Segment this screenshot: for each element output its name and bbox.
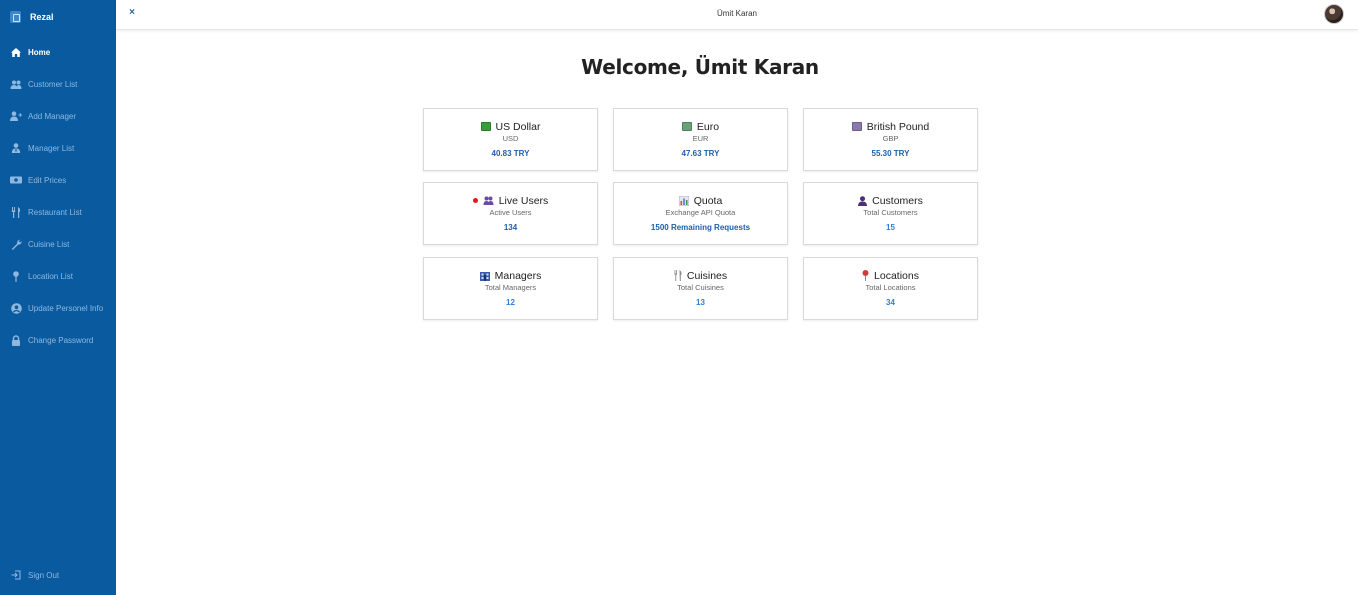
- sidebar-item-edit-prices[interactable]: Edit Prices: [0, 171, 116, 189]
- sidebar-item-label: Home: [28, 47, 51, 57]
- card-title: British Pound: [866, 120, 930, 133]
- sidebar-item-label: Update Personel Info: [28, 303, 104, 313]
- top-bar-user-name: Ümit Karan: [716, 9, 757, 18]
- building-icon: [479, 271, 490, 281]
- card-live-users: Live Users Active Users 134: [423, 182, 598, 245]
- live-dot-icon: [472, 198, 478, 203]
- sidebar: Rezal Home Customer List Add Manager Man…: [0, 0, 116, 595]
- sidebar-item-label: Edit Prices: [28, 175, 67, 185]
- users-icon: [483, 196, 494, 205]
- sign-out-label: Sign Out: [28, 570, 60, 580]
- card-value: 13: [696, 298, 705, 307]
- card-managers: Managers Total Managers 12: [423, 257, 598, 320]
- banknote-pound-icon: [851, 122, 862, 131]
- sign-out-button[interactable]: Sign Out: [0, 566, 116, 584]
- card-title: Customers: [872, 194, 923, 207]
- avatar[interactable]: [1324, 4, 1344, 24]
- card-value: 134: [503, 223, 518, 232]
- card-value: 55.30 TRY: [871, 149, 910, 158]
- users-icon: [10, 78, 22, 90]
- card-euro: Euro EUR 47.63 TRY: [613, 108, 788, 171]
- card-locations: Locations Total Locations 34: [803, 257, 978, 320]
- sidebar-item-label: Restaurant List: [28, 207, 82, 217]
- card-british-pound: British Pound GBP 55.30 TRY: [803, 108, 978, 171]
- sidebar-item-cuisine-list[interactable]: Cuisine List: [0, 235, 116, 253]
- bar-chart-icon: [678, 195, 689, 206]
- sidebar-item-customer-list[interactable]: Customer List: [0, 75, 116, 93]
- card-subtitle: USD: [502, 134, 519, 143]
- card-title: Managers: [494, 269, 542, 282]
- money-icon: [10, 174, 22, 186]
- sidebar-item-location-list[interactable]: Location List: [0, 267, 116, 285]
- fork-knife-icon: [674, 270, 682, 281]
- sidebar-item-manager-list[interactable]: Manager List: [0, 139, 116, 157]
- card-cuisines: Cuisines Total Cuisines 13: [613, 257, 788, 320]
- card-subtitle: Total Customers: [863, 208, 918, 217]
- home-icon: [10, 46, 22, 58]
- sidebar-item-home[interactable]: Home: [0, 43, 116, 61]
- sidebar-item-label: Customer List: [28, 79, 78, 89]
- card-value: 47.63 TRY: [681, 149, 720, 158]
- sidebar-item-label: Manager List: [28, 143, 75, 153]
- card-title: Quota: [693, 194, 723, 207]
- card-subtitle: EUR: [692, 134, 709, 143]
- user-plus-icon: [10, 110, 22, 122]
- card-subtitle: Total Locations: [865, 283, 916, 292]
- card-value: 12: [506, 298, 515, 307]
- sidebar-item-update-personel-info[interactable]: Update Personel Info: [0, 299, 116, 317]
- pushpin-icon: [862, 270, 869, 281]
- user-circle-icon: [10, 302, 22, 314]
- sidebar-item-label: Cuisine List: [28, 239, 70, 249]
- card-value: 15: [886, 223, 895, 232]
- top-bar: × Ümit Karan: [116, 0, 1358, 30]
- utensils-icon: [10, 206, 22, 218]
- card-subtitle: Exchange API Quota: [665, 208, 736, 217]
- card-title: Euro: [696, 120, 720, 133]
- card-subtitle: GBP: [882, 134, 899, 143]
- card-title: Live Users: [498, 194, 549, 207]
- page-title: Welcome, Ümit Karan: [581, 55, 819, 79]
- card-subtitle: Active Users: [489, 208, 532, 217]
- sidebar-item-label: Add Manager: [28, 111, 77, 121]
- card-value: 1500 Remaining Requests: [650, 223, 751, 232]
- card-us-dollar: US Dollar USD 40.83 TRY: [423, 108, 598, 171]
- card-title: Cuisines: [686, 269, 728, 282]
- card-quota: Quota Exchange API Quota 1500 Remaining …: [613, 182, 788, 245]
- map-pin-icon: [10, 270, 22, 282]
- card-title: Locations: [874, 269, 919, 282]
- lock-icon: [10, 334, 22, 346]
- banknote-euro-icon: [681, 122, 692, 131]
- card-value: 34: [886, 298, 895, 307]
- user-icon: [858, 195, 868, 206]
- brand[interactable]: Rezal: [10, 9, 54, 25]
- sidebar-item-label: Location List: [28, 271, 73, 281]
- sidebar-item-restaurant-list[interactable]: Restaurant List: [0, 203, 116, 221]
- card-title: US Dollar: [495, 120, 541, 133]
- brand-logo-icon: [10, 11, 21, 23]
- card-subtitle: Total Managers: [484, 283, 537, 292]
- sidebar-item-change-password[interactable]: Change Password: [0, 331, 116, 349]
- card-customers: Customers Total Customers 15: [803, 182, 978, 245]
- sign-out-icon: [10, 569, 22, 581]
- brand-name: Rezal: [30, 12, 54, 22]
- wrench-icon: [10, 238, 22, 250]
- card-value: 40.83 TRY: [491, 149, 530, 158]
- banknote-green-icon: [480, 122, 491, 131]
- sidebar-item-label: Change Password: [28, 335, 94, 345]
- user-tie-icon: [10, 142, 22, 154]
- card-subtitle: Total Cuisines: [677, 283, 724, 292]
- sidebar-item-add-manager[interactable]: Add Manager: [0, 107, 116, 125]
